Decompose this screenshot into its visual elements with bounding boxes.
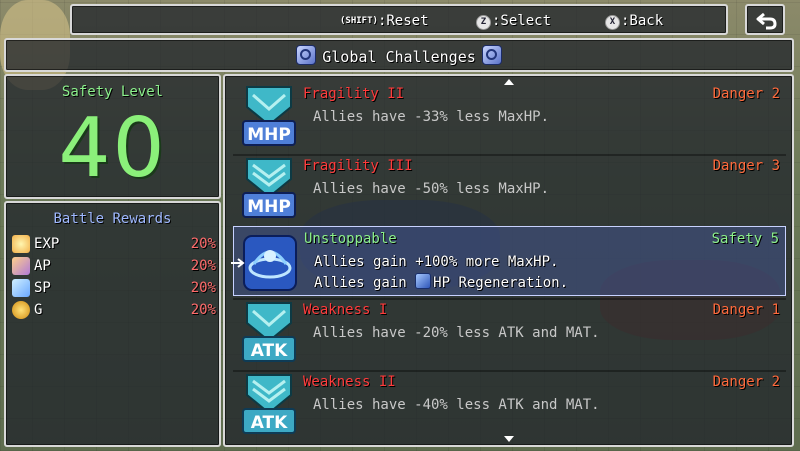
challenge-item-fragility-ii[interactable]: MHP Fragility II Danger 2 Allies have -3… bbox=[233, 82, 786, 152]
return-arrow-icon bbox=[756, 12, 777, 30]
challenge-level: Danger 2 bbox=[712, 86, 780, 102]
challenge-description: Allies have -50% less MaxHP. bbox=[313, 181, 550, 197]
reward-label: EXP bbox=[34, 236, 60, 252]
reward-value: 20% bbox=[190, 280, 216, 296]
svg-text:ATK: ATK bbox=[251, 341, 288, 361]
shift-key-label: (SHIFT) bbox=[340, 16, 378, 26]
battle-rewards-title: Battle Rewards bbox=[53, 211, 172, 227]
challenge-item-weakness-ii[interactable]: ATK Weakness II Danger 2 Allies have -40… bbox=[233, 370, 786, 440]
challenge-level: Danger 2 bbox=[712, 374, 780, 390]
challenge-description: Allies have -33% less MaxHP. bbox=[313, 109, 550, 125]
challenge-list[interactable]: MHP Fragility II Danger 2 Allies have -3… bbox=[223, 74, 794, 447]
svg-text:ATK: ATK bbox=[251, 413, 288, 433]
challenge-level: Danger 1 bbox=[712, 302, 780, 318]
z-button-icon: Z bbox=[476, 15, 491, 30]
challenge-description: Allies gain +100% more MaxHP. Allies gai… bbox=[314, 252, 568, 294]
sp-icon bbox=[12, 279, 30, 297]
page-title: Global Challenges bbox=[322, 48, 476, 66]
select-hint: Z:Select bbox=[476, 13, 551, 30]
svg-text:MHP: MHP bbox=[247, 125, 291, 145]
safety-level-panel: Safety Level 40 bbox=[4, 74, 221, 199]
safety-level-title: Safety Level bbox=[61, 84, 164, 100]
svg-text:MHP: MHP bbox=[247, 197, 291, 217]
challenge-name: Weakness II bbox=[303, 374, 396, 390]
reward-row-sp: SP 20% bbox=[12, 278, 216, 300]
reward-label: G bbox=[34, 302, 43, 318]
challenge-name: Weakness I bbox=[303, 302, 388, 318]
challenge-level: Safety 5 bbox=[711, 231, 779, 247]
back-button[interactable] bbox=[745, 4, 785, 35]
description-line-2: Allies gain HP Regeneration. bbox=[314, 273, 568, 294]
description-text: HP Regeneration. bbox=[433, 275, 569, 291]
challenge-description: Allies have -20% less ATK and MAT. bbox=[313, 325, 600, 341]
globe-icon bbox=[296, 45, 317, 65]
reward-label: AP bbox=[34, 258, 51, 274]
reward-label: SP bbox=[34, 280, 51, 296]
globe-icon bbox=[481, 45, 502, 65]
hp-regeneration-icon bbox=[240, 230, 300, 294]
divider bbox=[233, 298, 786, 300]
selection-cursor-icon bbox=[231, 258, 245, 268]
controls-help-bar: (SHIFT):Reset Z:Select X:Back bbox=[70, 4, 728, 35]
scroll-down-arrow-icon[interactable] bbox=[504, 436, 514, 442]
select-label: :Select bbox=[492, 13, 552, 29]
safety-level-value: 40 bbox=[58, 101, 167, 196]
challenge-description: Allies have -40% less ATK and MAT. bbox=[313, 397, 600, 413]
description-line-1: Allies gain +100% more MaxHP. bbox=[314, 254, 559, 270]
reward-row-g: G 20% bbox=[12, 300, 216, 322]
reward-value: 20% bbox=[190, 236, 216, 252]
atk-down-icon: ATK bbox=[239, 373, 299, 437]
reward-value: 20% bbox=[190, 258, 216, 274]
x-button-icon: X bbox=[605, 15, 620, 30]
battle-rewards-panel: Battle Rewards EXP 20% AP 20% SP 20% G 2… bbox=[4, 201, 221, 447]
challenge-name: Fragility II bbox=[303, 86, 405, 102]
ap-icon bbox=[12, 257, 30, 275]
challenge-level: Danger 3 bbox=[712, 158, 780, 174]
challenge-item-weakness-i[interactable]: ATK Weakness I Danger 1 Allies have -20%… bbox=[233, 298, 786, 368]
regeneration-icon bbox=[415, 273, 432, 289]
star-icon bbox=[12, 235, 30, 253]
challenge-item-fragility-iii[interactable]: MHP Fragility III Danger 3 Allies have -… bbox=[233, 154, 786, 224]
reset-label: :Reset bbox=[377, 13, 429, 29]
divider bbox=[233, 154, 786, 156]
challenge-name: Unstoppable bbox=[304, 231, 397, 247]
coin-icon bbox=[12, 301, 30, 319]
atk-down-icon: ATK bbox=[239, 301, 299, 365]
back-hint: X:Back bbox=[605, 13, 663, 30]
back-label: :Back bbox=[621, 13, 664, 29]
description-text: Allies gain bbox=[314, 275, 416, 291]
challenge-name: Fragility III bbox=[303, 158, 413, 174]
reward-row-exp: EXP 20% bbox=[12, 234, 216, 256]
divider bbox=[233, 370, 786, 372]
mhp-down-icon: MHP bbox=[239, 85, 299, 149]
reset-hint: (SHIFT):Reset bbox=[340, 13, 429, 29]
reward-row-ap: AP 20% bbox=[12, 256, 216, 278]
challenge-item-unstoppable[interactable]: Unstoppable Safety 5 Allies gain +100% m… bbox=[231, 226, 786, 296]
challenges-header: Global Challenges bbox=[4, 38, 794, 72]
reward-value: 20% bbox=[190, 302, 216, 318]
mhp-down-icon: MHP bbox=[239, 157, 299, 221]
